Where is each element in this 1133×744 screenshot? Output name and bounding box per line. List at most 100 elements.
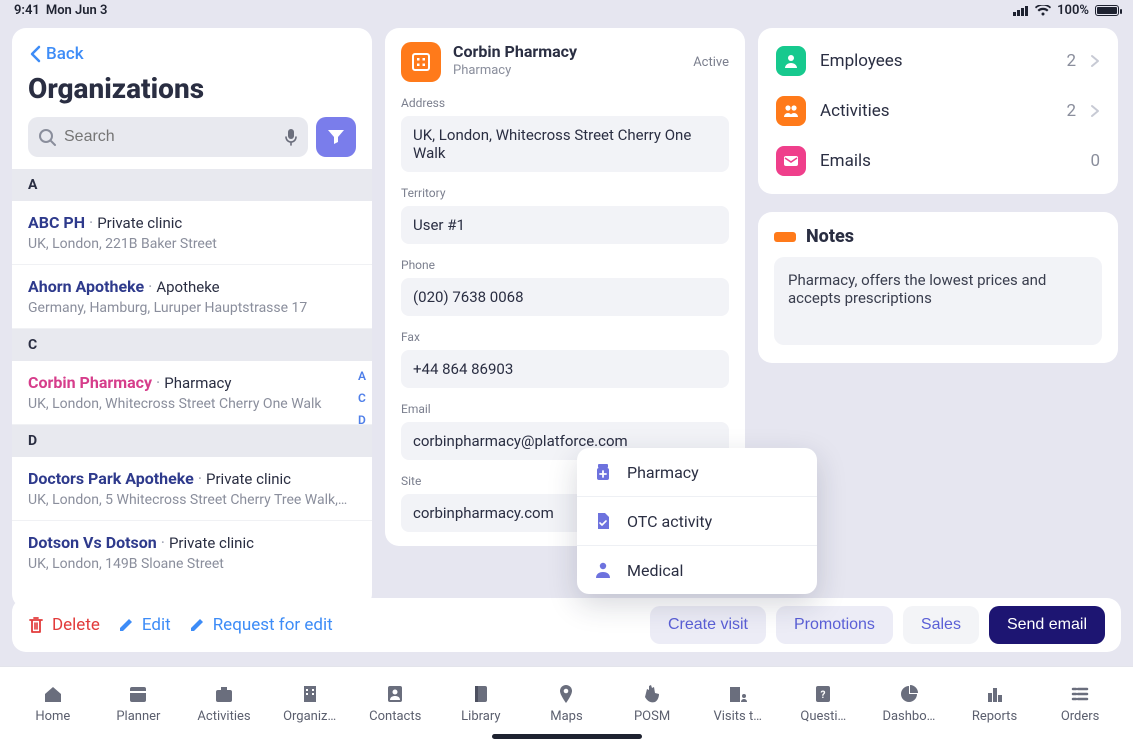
popover-label: Pharmacy [627,463,699,482]
list-item[interactable]: Corbin Pharmacy·Pharmacy UK, London, Whi… [12,361,372,425]
detail-title: Corbin Pharmacy [453,42,577,61]
popover-item-medical[interactable]: Medical [577,546,817,594]
organizations-list: A C D A ABC PH·Private clinic UK, London… [12,169,372,584]
tab-label: Maps [550,709,582,724]
alpha-index-d[interactable]: D [358,413,366,427]
signal-icon [1013,5,1029,16]
org-name: Dotson Vs Dotson [28,533,157,552]
edit-label: Edit [142,615,171,635]
tab-label: POSM [634,709,670,724]
org-type: Private clinic [206,470,291,488]
list-item[interactable]: Ahorn Apotheke·Apotheke Germany, Hamburg… [12,265,372,329]
org-type: Private clinic [169,534,254,552]
tab-bar: Home Planner Activities Organiz… Contact… [0,666,1133,744]
tab-home[interactable]: Home [10,683,96,724]
org-name: ABC PH [28,213,85,232]
tab-label: Reports [972,709,1017,724]
notes-card: Notes Pharmacy, offers the lowest prices… [758,212,1118,363]
tab-planner[interactable]: Planner [96,683,182,724]
list-item[interactable]: ABC PH·Private clinic UK, London, 221B B… [12,201,372,265]
pencil-icon [118,617,134,633]
create-visit-button[interactable]: Create visit [650,606,766,644]
battery-icon [1095,5,1119,16]
tab-activities[interactable]: Activities [181,683,267,724]
funnel-icon [327,129,345,145]
employees-label: Employees [820,51,903,71]
field-label: Address [401,96,729,110]
activities-count: 2 [1066,101,1076,121]
book-icon [470,683,492,705]
tab-label: Home [35,709,70,724]
tab-dashboard[interactable]: Dashbo… [866,683,952,724]
address-value: UK, London, Whitecross Street Cherry One… [401,116,729,172]
org-type: Private clinic [97,214,182,232]
list-check-icon [1069,683,1091,705]
tab-contacts[interactable]: Contacts [352,683,438,724]
activities-label: Activities [820,101,890,121]
request-edit-button[interactable]: Request for edit [189,615,333,635]
tab-label: Orders [1061,709,1100,724]
tab-posm[interactable]: POSM [609,683,695,724]
action-bar: Delete Edit Request for edit Create visi… [12,598,1121,652]
tab-label: Organiz… [283,709,336,724]
org-name: Corbin Pharmacy [28,373,152,392]
edit-button[interactable]: Edit [118,615,171,635]
notes-text[interactable]: Pharmacy, offers the lowest prices and a… [774,257,1102,345]
list-item[interactable]: Doctors Park Apotheke·Private clinic UK,… [12,457,372,521]
employees-count: 2 [1066,51,1076,71]
related-lists-card: Employees 2 Activities 2 Emails 0 [758,28,1118,194]
detail-subtitle: Pharmacy [453,61,577,78]
search-input-container [28,117,308,157]
tab-maps[interactable]: Maps [524,683,610,724]
tab-label: Library [461,709,500,724]
chevron-right-icon [1090,54,1100,68]
tab-visits[interactable]: Visits t… [695,683,781,724]
send-email-button[interactable]: Send email [989,606,1105,644]
tab-organizations[interactable]: Organiz… [267,683,353,724]
org-address: UK, London, Whitecross Street Cherry One… [28,392,356,412]
section-header: D [12,425,372,457]
status-time: 9:41 [14,3,40,18]
organization-icon [401,42,441,82]
pie-chart-icon [898,683,920,705]
emails-count: 0 [1090,151,1100,171]
org-type: Pharmacy [164,374,231,392]
tab-orders[interactable]: Orders [1037,683,1123,724]
popover-item-otc[interactable]: OTC activity [577,497,817,546]
filter-button[interactable] [316,117,356,157]
back-button[interactable]: Back [12,44,372,64]
activities-row[interactable]: Activities 2 [758,86,1118,136]
tab-questionnaires[interactable]: ? Questi… [780,683,866,724]
popover-item-pharmacy[interactable]: Pharmacy [577,448,817,497]
contacts-icon [384,683,406,705]
chevron-left-icon [28,45,42,63]
tab-reports[interactable]: Reports [952,683,1038,724]
clipboard-question-icon: ? [812,683,834,705]
doctor-icon [593,560,613,580]
employees-row[interactable]: Employees 2 [758,36,1118,86]
list-item[interactable]: Dotson Vs Dotson·Private clinic UK, Lond… [12,521,372,584]
sales-button[interactable]: Sales [903,606,979,644]
microphone-icon[interactable] [284,128,298,146]
status-bar: 9:41 Mon Jun 3 100% [0,0,1133,20]
tab-library[interactable]: Library [438,683,524,724]
promotions-button[interactable]: Promotions [776,606,893,644]
phone-value: (020) 7638 0068 [401,278,729,316]
field-label: Email [401,402,729,416]
alpha-index-c[interactable]: C [358,391,366,405]
pharmacy-icon [593,462,613,482]
building-icon [299,683,321,705]
alpha-index-a[interactable]: A [358,369,366,383]
org-address: Germany, Hamburg, Luruper Hauptstrasse 1… [28,296,356,316]
field-label: Fax [401,330,729,344]
search-input[interactable] [64,128,276,146]
org-type: Apotheke [156,278,219,296]
tab-label: Dashbo… [882,709,935,724]
battery-text: 100% [1057,3,1089,18]
alpha-index[interactable]: A C D [358,369,366,427]
delete-button[interactable]: Delete [28,615,100,635]
emails-icon [776,146,806,176]
emails-row[interactable]: Emails 0 [758,136,1118,186]
notes-title: Notes [806,226,854,247]
home-indicator [492,734,642,739]
